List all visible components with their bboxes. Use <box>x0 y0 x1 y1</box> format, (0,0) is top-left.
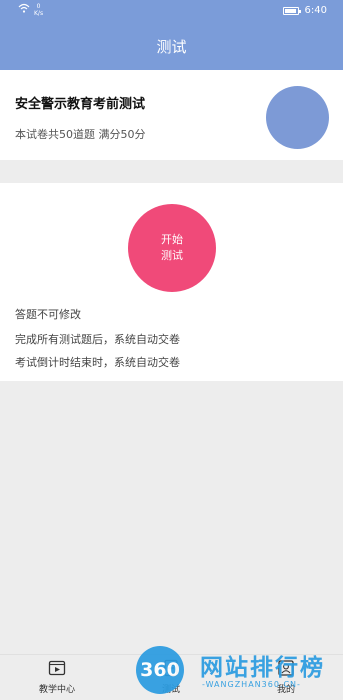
tab-label: 教学中心 <box>38 685 75 695</box>
exam-avatar <box>266 86 329 149</box>
tab-label: 我的 <box>276 685 295 695</box>
start-test-card: 开始 测试 答题不可修改 完成所有测试题后，系统自动交卷 考试倒计时结束时，系统… <box>0 183 343 381</box>
start-button-line2: 测试 <box>161 249 183 262</box>
tab-test[interactable]: 测试 <box>131 659 211 695</box>
status-right: 6:40 <box>282 5 327 16</box>
rule-item: 完成所有测试题后，系统自动交卷 <box>15 333 180 346</box>
battery-icon <box>282 6 301 15</box>
status-left: 0 K/s <box>18 3 43 17</box>
exam-summary: 本试卷共50道题 满分50分 <box>15 128 146 141</box>
test-icon <box>162 659 180 677</box>
rule-item: 考试倒计时结束时，系统自动交卷 <box>15 356 180 369</box>
bottom-tab-bar: 教学中心 测试 我的 <box>0 654 343 700</box>
network-speed: 0 K/s <box>34 3 43 17</box>
page-title: 测试 <box>156 37 187 56</box>
rule-item: 答题不可修改 <box>15 308 81 321</box>
network-speed-unit: K/s <box>34 10 44 17</box>
start-button-line1: 开始 <box>161 233 183 246</box>
network-speed-value: 0 <box>36 3 41 10</box>
status-bar: 0 K/s 6:40 <box>0 0 343 22</box>
tab-teaching-center[interactable]: 教学中心 <box>17 659 97 695</box>
video-icon <box>48 659 66 677</box>
clock: 6:40 <box>304 5 327 16</box>
exam-title: 安全警示教育考前测试 <box>15 97 146 112</box>
tab-mine[interactable]: 我的 <box>246 659 326 695</box>
tab-label: 测试 <box>161 685 180 695</box>
user-icon <box>277 659 295 677</box>
wifi-icon <box>18 3 30 13</box>
exam-info-card: 安全警示教育考前测试 本试卷共50道题 满分50分 <box>0 70 343 160</box>
app-header: 测试 <box>0 22 343 70</box>
start-test-button[interactable]: 开始 测试 <box>128 204 216 292</box>
